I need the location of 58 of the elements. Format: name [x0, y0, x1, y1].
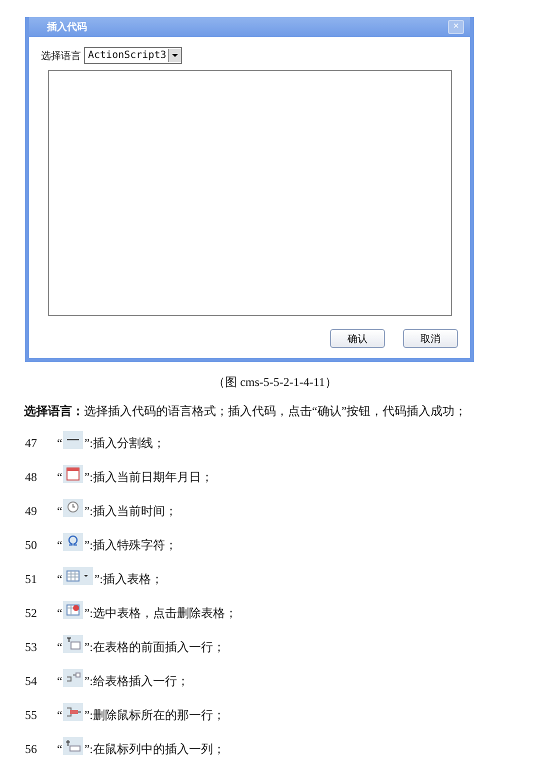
closing-quote: ”: [84, 708, 90, 722]
opening-quote: “: [57, 538, 62, 552]
dropdown-caret-icon: [168, 49, 182, 62]
item-number: 51: [25, 572, 38, 586]
description-text: 选择语言：选择插入代码的语言格式；插入代码，点击“确认”按钮，代码插入成功；: [24, 403, 468, 420]
item-description: :插入特殊字符；: [90, 536, 177, 554]
item-description: :选中表格，点击删除表格；: [90, 604, 237, 622]
item-description: :删除鼠标所在的那一行；: [90, 706, 225, 724]
item-number: 48: [25, 470, 38, 484]
item-number: 52: [25, 606, 38, 620]
item-number: 53: [25, 640, 38, 654]
item-number: 54: [25, 674, 38, 688]
closing-quote: ”: [84, 640, 90, 654]
item-number: 49: [25, 504, 38, 518]
item-description: :插入表格；: [100, 570, 163, 588]
opening-quote: “: [57, 674, 62, 688]
opening-quote: “: [57, 572, 62, 586]
closing-quote: ”: [84, 504, 90, 518]
item-description: :在表格的前面插入一行；: [90, 638, 225, 656]
item-number: 56: [25, 742, 38, 756]
column-insert-icon: [63, 737, 84, 755]
code-input-field[interactable]: [48, 70, 452, 316]
opening-quote: “: [57, 504, 62, 518]
opening-quote: “: [57, 708, 62, 722]
opening-quote: “: [57, 470, 62, 484]
row-insert-icon: [63, 669, 84, 687]
language-select[interactable]: ActionScript3: [84, 47, 182, 64]
item-number: 55: [25, 708, 38, 722]
clock-icon: [63, 499, 84, 517]
item-description: :插入当前日期年月日；: [90, 468, 213, 486]
closing-quote: ”: [84, 538, 90, 552]
item-description: :插入分割线；: [90, 434, 165, 452]
opening-quote: “: [57, 606, 62, 620]
omega-icon: [63, 533, 84, 551]
opening-quote: “: [57, 640, 62, 654]
item-description: :插入当前时间；: [90, 502, 177, 520]
closing-quote: ”: [84, 470, 90, 484]
table-delete-icon: [63, 601, 84, 619]
item-number: 50: [25, 538, 38, 552]
row-before-icon: [63, 635, 84, 653]
row-delete-icon: [63, 703, 84, 721]
confirm-button[interactable]: 确认: [330, 329, 385, 348]
closing-quote: ”: [94, 572, 100, 586]
language-label: 选择语言: [41, 50, 81, 62]
closing-quote: ”: [84, 742, 90, 756]
cancel-button[interactable]: 取消: [403, 329, 458, 348]
closing-quote: ”: [84, 606, 90, 620]
item-description: :给表格插入一行；: [90, 672, 189, 690]
table-icon: [63, 567, 94, 585]
dialog-title: 插入代码: [47, 20, 87, 34]
closing-quote: ”: [84, 436, 90, 450]
figure-caption: （图 cms-5-5-2-1-4-11）: [212, 374, 338, 391]
item-number: 47: [25, 436, 38, 450]
opening-quote: “: [57, 742, 62, 756]
closing-quote: ”: [84, 674, 90, 688]
item-description: :在鼠标列中的插入一列；: [90, 740, 225, 758]
calendar-icon: [63, 465, 84, 483]
opening-quote: “: [57, 436, 62, 450]
